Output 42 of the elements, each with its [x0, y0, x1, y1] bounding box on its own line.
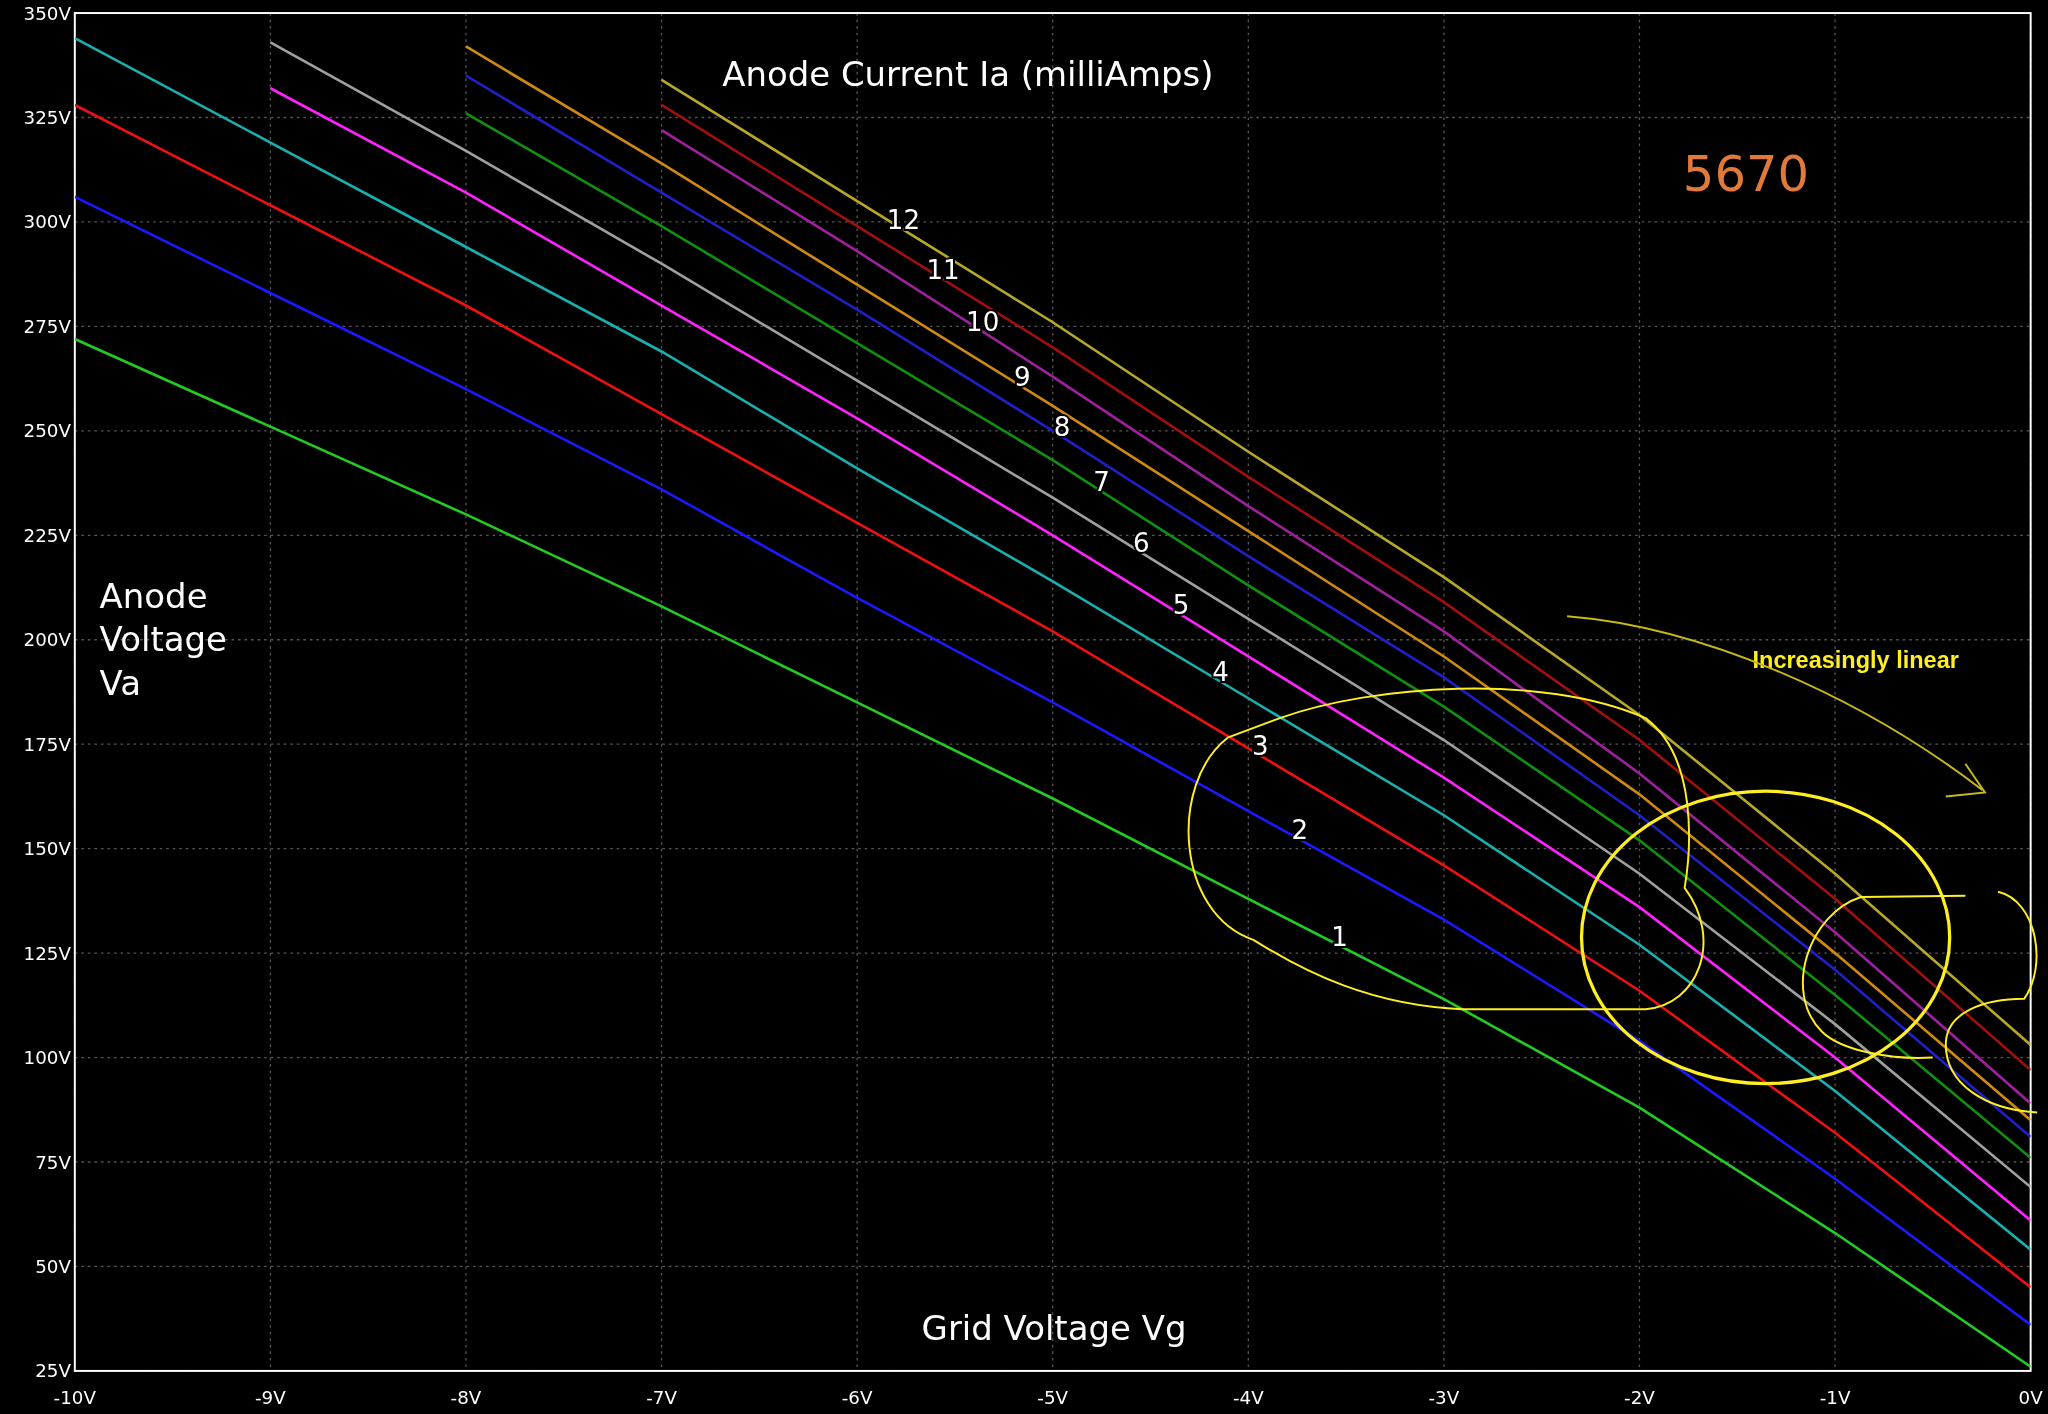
- x-tick-label: -4V: [1232, 1386, 1264, 1408]
- x-tick-label: -3V: [1428, 1386, 1460, 1408]
- line-label: 4: [1212, 657, 1229, 688]
- x-tick-label: -10V: [53, 1386, 96, 1408]
- y-tick-label: 150V: [23, 838, 71, 860]
- line-label: 11: [926, 254, 960, 285]
- x-tick-label: -5V: [1037, 1386, 1069, 1408]
- line-label: 7: [1093, 466, 1110, 497]
- y-tick-label: 225V: [23, 524, 71, 546]
- line-label: 10: [966, 306, 1000, 337]
- y-tick-label: 25V: [35, 1360, 71, 1382]
- line-label: 2: [1291, 815, 1309, 846]
- y-tick-label: 125V: [23, 942, 71, 964]
- y-tick-label: 275V: [23, 315, 71, 337]
- y-tick-label: 200V: [23, 629, 71, 651]
- y-axis-label: Anode Voltage Va: [99, 576, 227, 703]
- y-tick-label: 325V: [23, 107, 71, 129]
- y-tick-label: 350V: [23, 2, 71, 24]
- x-tick-label: -6V: [841, 1386, 873, 1408]
- y-tick-label: 175V: [23, 733, 71, 755]
- x-tick-label: -1V: [1819, 1386, 1851, 1408]
- x-axis-label: Grid Voltage Vg: [921, 1307, 1187, 1348]
- part-number-label: 5670: [1682, 144, 1810, 203]
- line-label: 9: [1014, 362, 1031, 393]
- line-label: 1: [1331, 921, 1348, 952]
- y-tick-label: 75V: [35, 1151, 71, 1173]
- line-label: 12: [886, 205, 921, 236]
- x-tick-label: 0V: [2018, 1386, 2043, 1408]
- x-tick-label: -8V: [450, 1386, 482, 1408]
- chart-title: Anode Current Ia (milliAmps): [722, 54, 1214, 95]
- line-label: 3: [1251, 731, 1269, 762]
- line-label: 6: [1133, 528, 1150, 558]
- x-tick-label: -7V: [646, 1386, 677, 1408]
- line-label: 5: [1172, 590, 1190, 621]
- x-tick-label: -9V: [255, 1386, 286, 1408]
- annotation-note: Increasingly linear: [1752, 647, 1959, 674]
- y-tick-label: 300V: [23, 211, 71, 233]
- line-label: 8: [1053, 412, 1071, 443]
- x-tick-label: -2V: [1624, 1386, 1655, 1408]
- y-tick-label: 250V: [23, 420, 71, 442]
- y-tick-label: 100V: [23, 1047, 71, 1069]
- y-tick-label: 50V: [35, 1256, 71, 1277]
